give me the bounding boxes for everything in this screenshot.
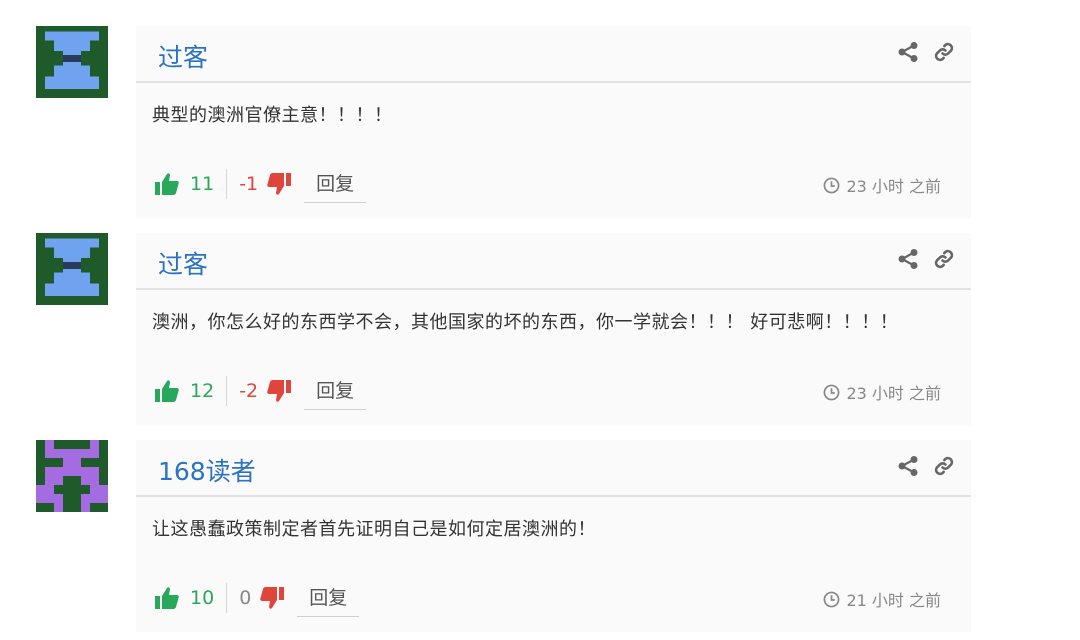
comment-text: 澳洲，你怎么好的东西学不会，其他国家的坏的东西，你一学就会！！！ 好可悲啊！！！… [152, 312, 899, 333]
upvote-count: 11 [190, 173, 215, 195]
comment-text: 让这愚蠢政策制定者首先证明自己是如何定居澳洲的！ [152, 519, 596, 540]
comment-card: 168读者让这愚蠢政策制定者首先证明自己是如何定居澳洲的！ 10 0 回复 21 小时 … [136, 440, 971, 632]
comment-header: 过客 [136, 26, 971, 83]
avatar[interactable] [36, 26, 108, 98]
vote-divider [226, 583, 228, 613]
avatar[interactable] [36, 440, 108, 512]
comment-item: 过客典型的澳洲官僚主意！！！！ 11 -1 回复 23 小时 之前 [0, 26, 1080, 226]
thumbs-down-icon [259, 585, 285, 611]
share-icon[interactable] [897, 41, 919, 63]
clock-icon [823, 384, 840, 401]
link-icon[interactable] [933, 248, 955, 270]
downvote-button[interactable] [266, 378, 292, 404]
comment-time: 21 小时 之前 [823, 587, 941, 611]
vote-divider [226, 376, 228, 406]
upvote-count: 12 [190, 380, 215, 402]
clock-icon [823, 591, 840, 608]
comment-header: 过客 [136, 233, 971, 290]
upvote-count: 10 [190, 587, 215, 609]
comment-card: 过客典型的澳洲官僚主意！！！！ 11 -1 回复 23 小时 之前 [136, 26, 971, 218]
thumbs-up-icon [154, 171, 180, 197]
link-icon[interactable] [933, 41, 955, 63]
comment-header: 168读者 [136, 440, 971, 497]
author-name[interactable]: 过客 [158, 245, 208, 281]
upvote-button[interactable] [154, 585, 180, 611]
vote-bar: 10 0 回复 [154, 579, 360, 617]
link-icon[interactable] [933, 455, 955, 477]
thumbs-up-icon [154, 378, 180, 404]
author-name[interactable]: 168读者 [158, 452, 256, 488]
comment-item: 168读者让这愚蠢政策制定者首先证明自己是如何定居澳洲的！ 10 0 回复 21 小时 … [0, 440, 1080, 640]
thumbs-down-icon [266, 171, 292, 197]
share-icon[interactable] [897, 248, 919, 270]
downvote-count: 0 [239, 587, 252, 609]
downvote-count: -2 [239, 380, 259, 402]
author-name[interactable]: 过客 [158, 38, 208, 74]
time-label: 23 小时 之前 [846, 384, 941, 403]
upvote-button[interactable] [154, 378, 180, 404]
downvote-count: -1 [239, 173, 259, 195]
upvote-button[interactable] [154, 171, 180, 197]
reply-button[interactable]: 回复 [297, 579, 360, 617]
vote-bar: 12 -2 回复 [154, 372, 367, 410]
comment-tools [897, 455, 955, 477]
comment-time: 23 小时 之前 [823, 173, 941, 197]
comment-tools [897, 248, 955, 270]
clock-icon [823, 177, 840, 194]
thumbs-up-icon [154, 585, 180, 611]
thumbs-down-icon [266, 378, 292, 404]
reply-button[interactable]: 回复 [304, 372, 367, 410]
downvote-button[interactable] [266, 171, 292, 197]
comment-time: 23 小时 之前 [823, 380, 941, 404]
vote-divider [226, 169, 228, 199]
share-icon[interactable] [897, 455, 919, 477]
time-label: 21 小时 之前 [846, 591, 941, 610]
comment-card: 过客澳洲，你怎么好的东西学不会，其他国家的坏的东西，你一学就会！！！ 好可悲啊！… [136, 233, 971, 425]
vote-bar: 11 -1 回复 [154, 165, 367, 203]
comment-item: 过客澳洲，你怎么好的东西学不会，其他国家的坏的东西，你一学就会！！！ 好可悲啊！… [0, 233, 1080, 433]
comment-text: 典型的澳洲官僚主意！！！！ [152, 105, 393, 126]
time-label: 23 小时 之前 [846, 177, 941, 196]
avatar[interactable] [36, 233, 108, 305]
reply-button[interactable]: 回复 [304, 165, 367, 203]
downvote-button[interactable] [259, 585, 285, 611]
comment-tools [897, 41, 955, 63]
